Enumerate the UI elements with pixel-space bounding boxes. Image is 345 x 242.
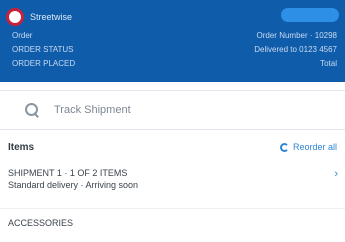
search-bar	[0, 90, 345, 130]
reorder-all-button[interactable]: Reorder all	[279, 142, 337, 152]
reorder-all-label: Reorder all	[292, 142, 337, 152]
search-icon[interactable]	[20, 98, 44, 122]
order-status-label: ORDER STATUS	[12, 45, 74, 54]
item-meta: Standard delivery · Arriving soon	[8, 180, 139, 190]
delivery-info: Delivered to 0123 4567	[254, 45, 337, 54]
list-item[interactable]: SHIPMENT 1 · 1 OF 2 ITEMS Standard deliv…	[8, 168, 338, 190]
list-item[interactable]: ACCESSORIES	[8, 218, 338, 228]
app-header: Streetwise Order ORDER STATUS ORDER PLAC…	[0, 0, 345, 82]
search-input[interactable]	[54, 99, 314, 121]
brand[interactable]: Streetwise	[6, 8, 72, 26]
item-title: ACCESSORIES	[8, 218, 74, 228]
chevron-right-icon: ›	[334, 168, 338, 180]
order-total: Total	[320, 59, 337, 68]
section-title: Items	[8, 142, 35, 153]
status-pill[interactable]	[281, 8, 339, 22]
item-title: SHIPMENT 1 · 1 OF 2 ITEMS	[8, 168, 128, 178]
divider	[0, 208, 345, 209]
items-section-header: Items Reorder all	[0, 138, 345, 158]
order-placed-label: ORDER PLACED	[12, 59, 76, 68]
order-number: Order Number · 10298	[256, 31, 337, 40]
order-label: Order	[12, 31, 33, 40]
logo-icon	[6, 8, 24, 26]
brand-name: Streetwise	[30, 12, 73, 22]
refresh-icon	[279, 142, 289, 152]
